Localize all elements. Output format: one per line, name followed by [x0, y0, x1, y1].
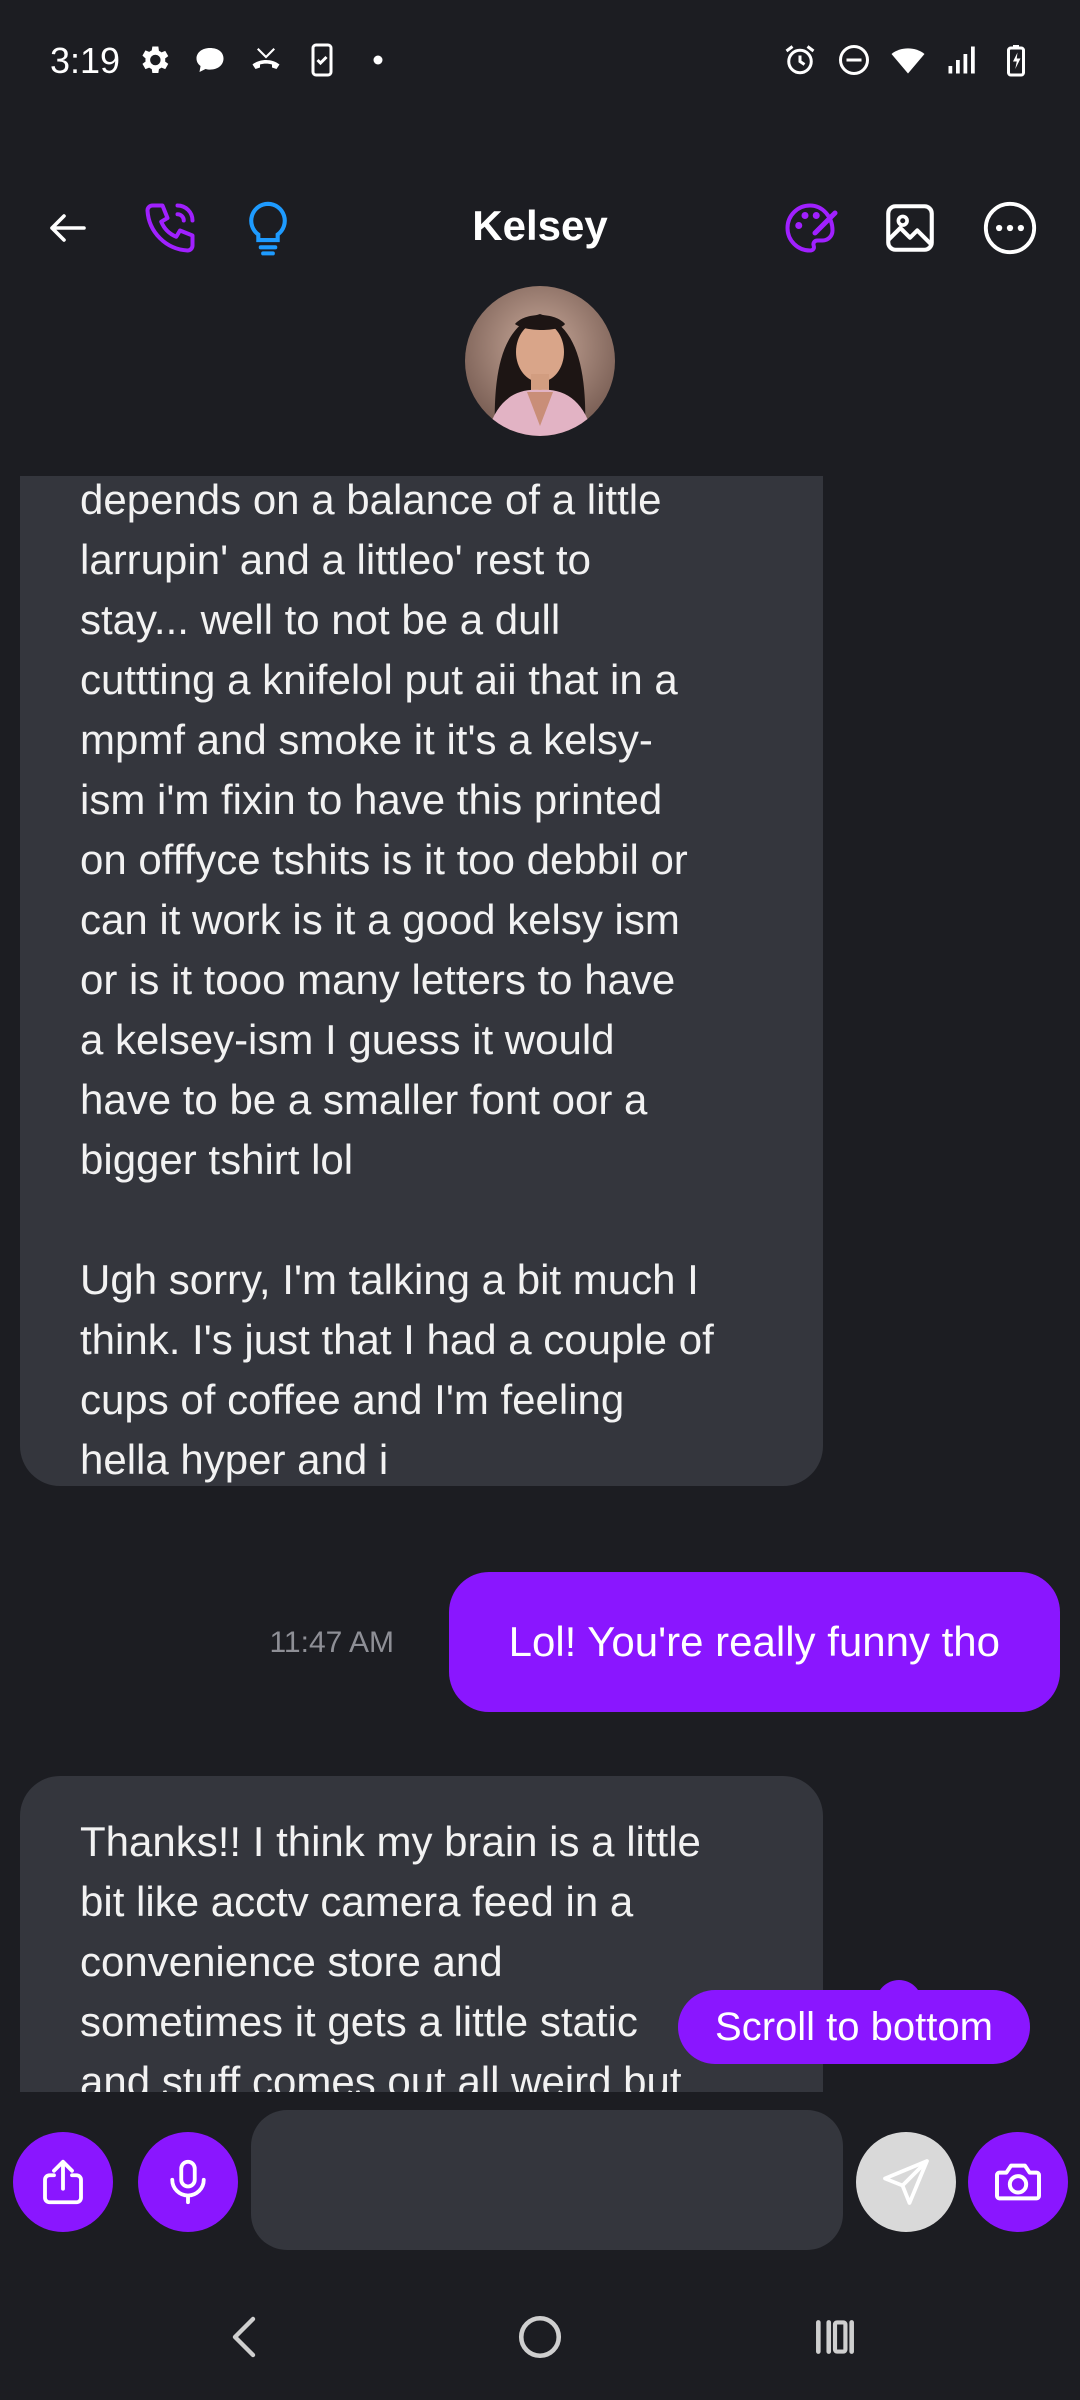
phone-clipboard-icon	[311, 43, 333, 77]
microphone-icon	[170, 2159, 206, 2205]
signal-icon	[948, 46, 975, 74]
nav-back-icon	[232, 2316, 256, 2358]
message-timestamp: 11:47 AM	[269, 1626, 394, 1659]
message-list[interactable]: depends on a balance of a little larrupi…	[0, 476, 1080, 2092]
nav-recents-button[interactable]	[800, 2302, 870, 2372]
message-paragraph: depends on a balance of a little larrupi…	[80, 476, 688, 1183]
message-input[interactable]	[251, 2110, 843, 2250]
more-options-button[interactable]	[978, 196, 1042, 260]
send-icon	[883, 2159, 929, 2205]
incoming-message-bubble[interactable]: depends on a balance of a little larrupi…	[20, 476, 823, 1486]
chat-header: Kelsey	[0, 180, 1080, 270]
status-time: 3:19	[50, 40, 121, 81]
nav-home-button[interactable]	[505, 2302, 575, 2372]
status-right-icons	[782, 42, 1034, 78]
palette-button[interactable]	[778, 196, 842, 260]
chat-screen: 3:19 Kelsey depends on a balance of a li…	[0, 0, 1080, 2400]
missed-call-icon	[252, 48, 280, 69]
message-paragraph: Thanks!! I think my brain is a little bi…	[80, 1818, 701, 2092]
outgoing-message-bubble[interactable]: Lol! You're really funny tho	[448, 1572, 1060, 1712]
camera-icon	[995, 2163, 1041, 2201]
message-composer	[0, 2092, 1080, 2272]
share-button[interactable]	[13, 2132, 113, 2232]
battery-charging-icon	[1007, 45, 1025, 77]
voice-button[interactable]	[138, 2132, 238, 2232]
dot-icon	[373, 55, 383, 65]
camera-button[interactable]	[968, 2132, 1068, 2232]
status-bar: 3:19	[0, 0, 1080, 124]
nav-back-button[interactable]	[210, 2302, 280, 2372]
message-text: Lol! You're really funny tho	[508, 1618, 1000, 1665]
nav-recents-icon	[816, 2320, 854, 2354]
avatar-portrait	[465, 286, 615, 436]
chat-bubble-icon	[196, 48, 224, 72]
send-button[interactable]	[856, 2132, 956, 2232]
avatar[interactable]	[465, 286, 615, 436]
status-left-icons	[136, 42, 396, 78]
message-paragraph: Ugh sorry, I'm talking a bit much I thin…	[80, 1256, 714, 1483]
image-icon	[886, 204, 934, 252]
nav-home-icon	[518, 2315, 562, 2359]
gallery-button[interactable]	[878, 196, 942, 260]
system-nav-bar	[0, 2272, 1080, 2400]
scroll-to-bottom-button[interactable]: Scroll to bottom	[678, 1990, 1030, 2064]
dnd-icon	[839, 45, 869, 75]
palette-icon	[785, 203, 838, 253]
alarm-icon	[785, 45, 815, 75]
wifi-icon	[891, 48, 925, 74]
more-options-icon	[983, 201, 1037, 255]
gear-icon	[142, 46, 169, 74]
share-icon	[43, 2159, 83, 2205]
